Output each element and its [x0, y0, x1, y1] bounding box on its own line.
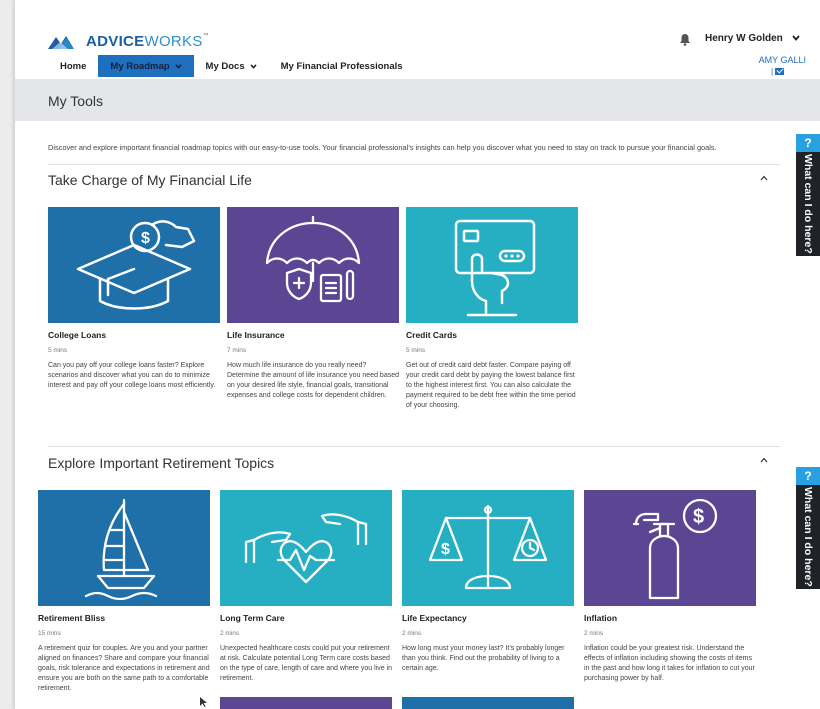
card-duration: 2 mins [220, 630, 240, 637]
card-duration: 7 mins [227, 347, 247, 354]
help-question-icon[interactable]: ? [796, 134, 820, 152]
nav-my-roadmap-label: My Roadmap [110, 60, 170, 72]
card-duration: 15 mins [38, 630, 61, 637]
credit-card-hand-icon [454, 219, 536, 317]
advisor-name-link[interactable]: AMY GALLI [759, 55, 806, 65]
card-title[interactable]: Inflation [584, 613, 756, 623]
svg-text:$: $ [441, 541, 450, 558]
credit-cards-tile[interactable] [406, 207, 578, 323]
tool-card-retirement-bliss[interactable]: Retirement Bliss 15 mins A retirement qu… [38, 490, 210, 694]
help-tab[interactable]: What can I do here? [796, 152, 820, 256]
card-duration: 2 mins [584, 630, 604, 637]
card-description: Get out of credit card debt faster. Comp… [406, 362, 576, 409]
help-tab-label: What can I do here? [802, 154, 814, 254]
nav-my-financial-professionals-label: My Financial Professionals [280, 60, 403, 72]
help-tab[interactable]: What can I do here? [796, 485, 820, 589]
card-duration: 2 mins [402, 630, 422, 637]
card-description: Unexpected healthcare costs could put yo… [220, 645, 392, 682]
inflation-tile[interactable]: $ [584, 490, 756, 606]
tool-tile-partial[interactable] [402, 697, 574, 709]
page-title-bar: My Tools [15, 79, 820, 121]
bell-icon[interactable] [679, 33, 691, 46]
section-divider [48, 446, 780, 447]
card-title[interactable]: Long Term Care [220, 613, 392, 623]
card-title[interactable]: Life Expectancy [402, 613, 574, 623]
life-expectancy-tile[interactable]: $ [402, 490, 574, 606]
tool-card-college-loans[interactable]: $ College Loans 5 mins Can you pay off y… [48, 207, 220, 391]
card-description: Inflation could be your greatest risk. U… [584, 645, 755, 682]
svg-text:$: $ [693, 506, 704, 528]
app-window: ADVICEWORKS™ Henry W Golden AMY GALLI | … [14, 0, 820, 709]
college-loans-tile[interactable]: $ [48, 207, 220, 323]
main-nav: Home My Roadmap My Docs My Financial Pro… [48, 55, 415, 77]
card-title[interactable]: Credit Cards [406, 330, 578, 340]
logo-text-light: WORKS [144, 32, 203, 50]
logo-text-bold: ADVICE [86, 32, 145, 50]
nav-my-docs-label: My Docs [205, 60, 245, 72]
svg-text:$: $ [141, 230, 150, 247]
nav-my-financial-professionals[interactable]: My Financial Professionals [269, 55, 415, 77]
tool-card-life-expectancy[interactable]: $ Life Expectancy 2 mins How long must y… [402, 490, 574, 674]
card-duration: 5 mins [406, 347, 426, 354]
card-description: How long must your money last? It’s prob… [402, 645, 565, 672]
logo-text: ADVICEWORKS™ [86, 33, 209, 50]
card-duration: 5 mins [48, 347, 68, 354]
tool-card-inflation[interactable]: $ Inflation 2 mins Inflation could be yo… [584, 490, 756, 684]
tool-tile-partial[interactable] [220, 697, 392, 709]
card-description: How much life insurance do you really ne… [227, 362, 399, 399]
page-title: My Tools [48, 93, 103, 109]
adviceworks-logo[interactable]: ADVICEWORKS™ [48, 31, 209, 51]
chevron-up-icon[interactable] [760, 457, 768, 463]
intro-text: Discover and explore important financial… [48, 143, 717, 152]
user-menu-name[interactable]: Henry W Golden [705, 33, 783, 44]
section-title-retirement-topics[interactable]: Explore Important Retirement Topics [48, 455, 274, 471]
scale-balance-icon: $ [428, 504, 548, 590]
card-description: Can you pay off your college loans faste… [48, 362, 216, 389]
help-tab-label: What can I do here? [802, 487, 814, 587]
advisor-mail-separator: | [771, 67, 774, 76]
chevron-down-icon[interactable] [792, 35, 800, 41]
graduation-cap-coin-icon: $ [76, 220, 196, 310]
mouse-cursor-icon [200, 697, 207, 707]
umbrella-shield-icon [265, 215, 361, 303]
hands-heart-icon [244, 513, 368, 584]
card-description: A retirement quiz for couples. Are you a… [38, 645, 210, 692]
section-title-financial-life[interactable]: Take Charge of My Financial Life [48, 172, 252, 188]
retirement-bliss-tile[interactable] [38, 490, 210, 606]
help-question-icon[interactable]: ? [796, 467, 820, 485]
advisor-mail-link[interactable]: | [771, 67, 785, 76]
sailboat-icon [84, 498, 158, 601]
logo-mark-icon [48, 36, 74, 49]
nav-my-roadmap[interactable]: My Roadmap [98, 55, 194, 77]
gas-tank-dollar-icon: $ [632, 498, 718, 600]
logo-trademark: ™ [202, 32, 209, 39]
long-term-care-tile[interactable] [220, 490, 392, 606]
card-title[interactable]: Life Insurance [227, 330, 399, 340]
card-title[interactable]: Retirement Bliss [38, 613, 210, 623]
card-title[interactable]: College Loans [48, 330, 220, 340]
tool-card-life-insurance[interactable]: Life Insurance 7 mins How much life insu… [227, 207, 399, 401]
tool-card-credit-cards[interactable]: Credit Cards 5 mins Get out of credit ca… [406, 207, 578, 411]
mail-icon [775, 68, 785, 75]
tool-card-long-term-care[interactable]: Long Term Care 2 mins Unexpected healthc… [220, 490, 392, 684]
chevron-down-icon [174, 63, 182, 69]
life-insurance-tile[interactable] [227, 207, 399, 323]
chevron-up-icon[interactable] [760, 175, 768, 181]
nav-my-docs[interactable]: My Docs [194, 55, 269, 77]
nav-home[interactable]: Home [48, 55, 98, 77]
nav-home-label: Home [60, 60, 87, 72]
section-divider [48, 164, 780, 165]
chevron-down-icon [250, 63, 257, 69]
